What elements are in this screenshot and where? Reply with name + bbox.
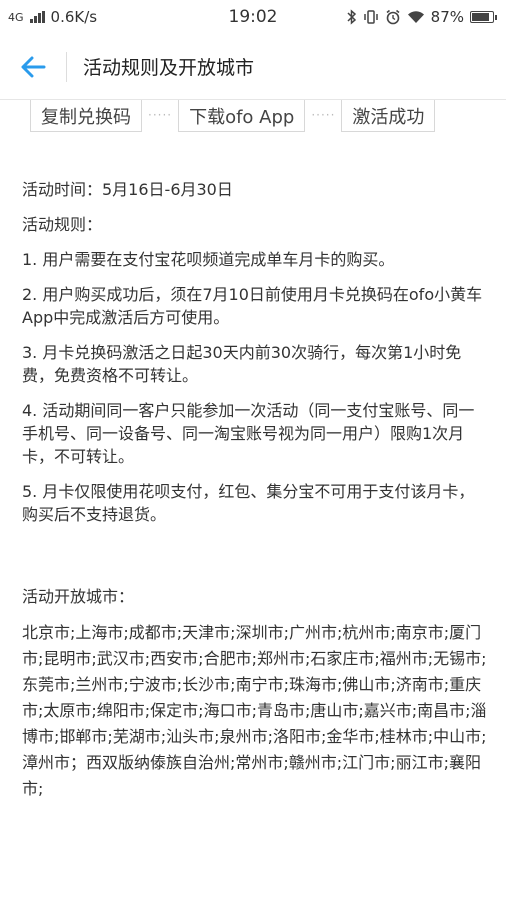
rules-content: 活动时间：5月16日-6月30日 活动规则： 1. 用户需要在支付宝花呗频道完成… [22,178,490,802]
rule-item: 3. 月卡兑换码激活之日起30天内前30次骑行，每次第1小时免费，免费资格不可转… [22,343,462,385]
activity-time: 活动时间：5月16日-6月30日 [22,180,233,199]
nav-divider [66,51,67,82]
step-separator: ····· [148,108,173,122]
wifi-icon [407,11,424,23]
step-separator: ····· [311,108,336,122]
back-button[interactable] [0,34,66,100]
alarm-icon [386,9,400,25]
status-bar: 4G 0.6K/s 19:02 87% [0,0,506,34]
arrow-left-icon [21,56,46,77]
rule-item: 1. 用户需要在支付宝花呗频道完成单车月卡的购买。 [22,250,395,269]
rules-title: 活动规则： [22,215,103,234]
bluetooth-icon [347,9,356,25]
cities-list: 北京市;上海市;成都市;天津市;深圳市;广州市;杭州市;南京市;厦门市;昆明市;… [22,623,487,798]
battery-icon [470,11,497,23]
status-left: 4G 0.6K/s [8,8,97,26]
rule-item: 5. 月卡仅限使用花呗支付，红包、集分宝不可用于支付该月卡，购买后不支持退货。 [22,482,475,524]
step-activated: 激活成功 [341,100,436,132]
vibrate-icon [363,10,378,24]
step-download-app: 下载ofo App [178,100,306,132]
rule-item: 4. 活动期间同一客户只能参加一次活动（同一支付宝账号、同一手机号、同一设备号、… [22,401,475,466]
nav-bar: 活动规则及开放城市 [0,34,506,100]
network-type: 4G [8,10,24,24]
step-copy-code: 复制兑换码 [30,100,142,132]
signal-icon [29,11,45,23]
cities-title: 活动开放城市： [22,587,135,606]
steps-bar: 复制兑换码 ····· 下载ofo App ····· 激活成功 [0,100,506,138]
rule-item: 2. 用户购买成功后，须在7月10日前使用月卡兑换码在ofo小黄车App中完成激… [22,285,483,327]
status-right: 87% [347,8,497,26]
network-speed: 0.6K/s [50,8,98,26]
page-title: 活动规则及开放城市 [83,57,255,79]
battery-percent: 87% [430,8,464,26]
